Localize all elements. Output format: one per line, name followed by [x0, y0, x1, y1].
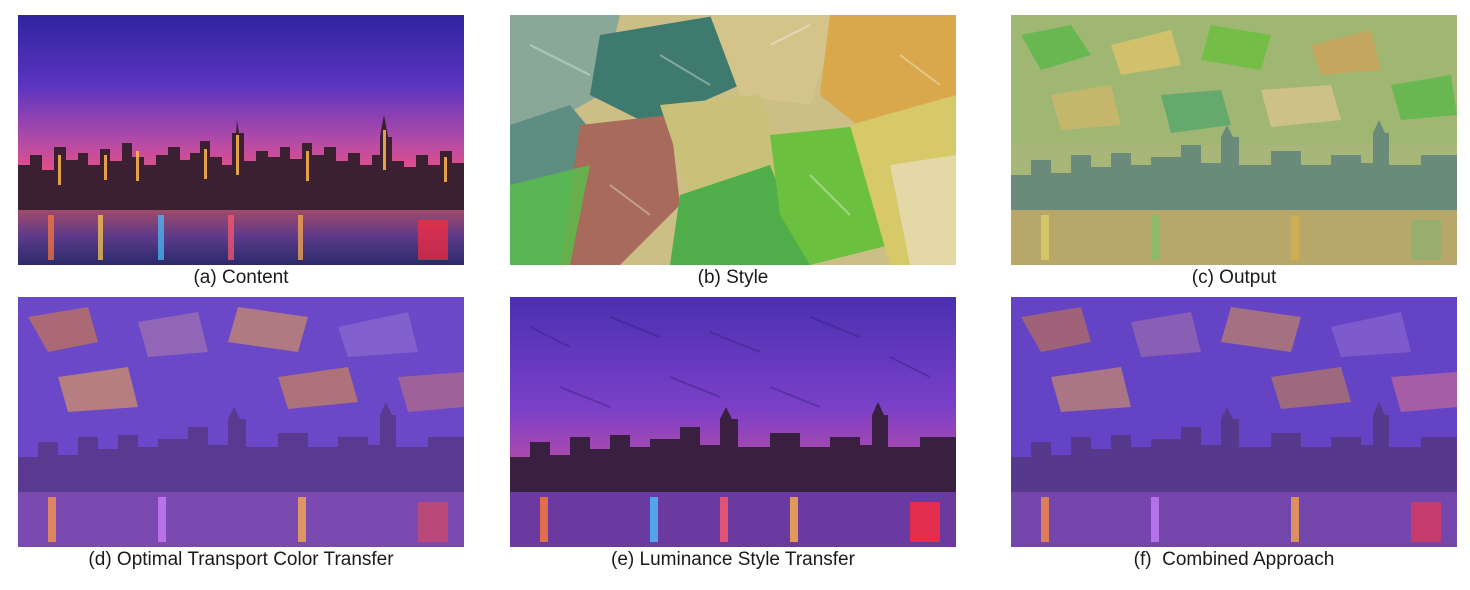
panel-optimal-transport: (d) Optimal Transport Color Transfer: [18, 297, 464, 570]
stylized-purple-graphic: [18, 297, 464, 547]
panel-output: (c) Output: [1011, 15, 1457, 288]
caption-luminance: (e) Luminance Style Transfer: [611, 549, 855, 570]
style-image: [510, 15, 956, 265]
luminance-image: [510, 297, 956, 547]
panel-luminance: (e) Luminance Style Transfer: [510, 297, 956, 570]
caption-combined: (f) Combined Approach: [1133, 549, 1335, 570]
skyline-graphic: [18, 115, 464, 265]
stylized-luminance-graphic: [510, 297, 956, 547]
content-image: [18, 15, 464, 265]
paint-texture-graphic: [510, 15, 956, 265]
optimal-transport-image: [18, 297, 464, 547]
stylized-output-graphic: [1011, 15, 1457, 265]
panel-content: (a) Content: [18, 15, 464, 288]
caption-output: (c) Output: [1191, 267, 1277, 288]
panel-combined: (f) Combined Approach: [1011, 297, 1457, 570]
caption-optimal-transport: (d) Optimal Transport Color Transfer: [88, 549, 394, 570]
caption-content: (a) Content: [193, 267, 289, 288]
output-image: [1011, 15, 1457, 265]
stylized-combined-graphic: [1011, 297, 1457, 547]
panel-style: (b) Style: [510, 15, 956, 288]
caption-style: (b) Style: [697, 267, 769, 288]
combined-image: [1011, 297, 1457, 547]
